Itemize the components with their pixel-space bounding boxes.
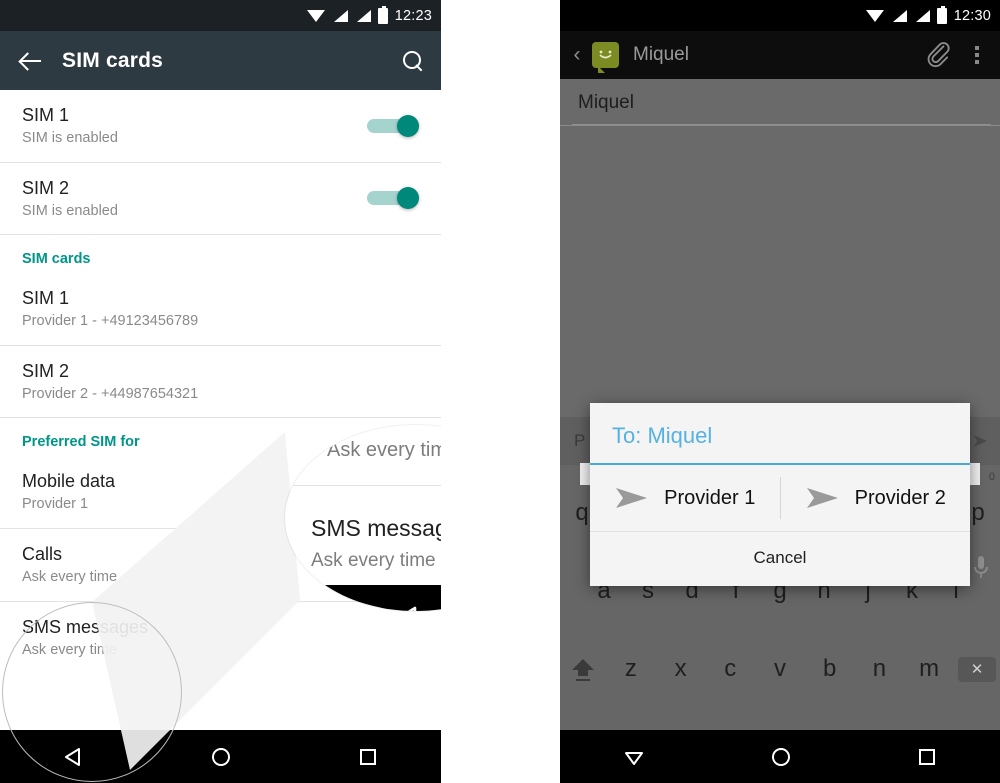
magnified-divider [285,485,441,486]
kebab-dot [975,53,979,57]
list-item-title: SIM 1 [22,288,70,309]
section-header-sim-cards: SIM cards [22,251,91,268]
dialog-option-provider-2[interactable]: Provider 2 [781,465,971,531]
back-button[interactable] [0,50,62,72]
home-icon[interactable] [770,746,792,768]
list-item-subtitle: SIM is enabled [22,202,118,219]
sim-selection-dialog: To: Miquel Provider 1 Provider 2 Cancel [590,403,970,586]
list-item[interactable]: SIM 1 SIM is enabled [0,90,441,162]
list-item-subtitle: Provider 2 - +44987654321 [22,385,199,402]
search-icon [402,51,422,70]
signal-icon [914,9,930,23]
magnified-title: SMS messages [311,515,441,541]
right-phone-screen: 12:30 ‹ Miquel Miquel P 0 q p a s d f g … [560,0,1000,783]
dialog-options: Provider 1 Provider 2 [590,465,970,531]
toggle-thumb [397,114,419,137]
wifi-icon [306,9,325,23]
list-item-subtitle: Ask every time [22,641,118,658]
signal-icon [355,9,371,23]
status-bar-clock: 12:30 [953,7,991,24]
send-icon [806,488,838,508]
magnified-back-icon [390,603,424,611]
send-icon [616,488,648,508]
list-item[interactable]: SIM 2 SIM is enabled [0,162,441,235]
sim2-toggle[interactable] [367,187,419,210]
status-bar: 12:23 [0,0,441,31]
system-nav-bar [0,730,441,783]
screenshot-canvas: 12:23 SIM cards SIM 1 SIM is enabled SIM… [0,0,1000,783]
magnifier-lens: Ask every time SMS messages Ask every ti… [285,425,441,611]
magnified-subtitle: Ask every time [311,550,436,571]
arrow-left-icon [20,50,42,72]
chevron-left-icon[interactable]: ‹ [566,43,588,67]
conversation-title: Miquel [633,44,689,65]
conversation-body: P 0 q w e r t y u i o p [560,126,1000,783]
magnified-partial-text: Ask every time [327,439,441,461]
back-down-icon[interactable] [623,746,645,768]
recipient-field[interactable]: Miquel [560,79,1000,126]
status-bar: 12:30 [560,0,1000,31]
app-toolbar: SIM cards [0,31,441,90]
battery-icon [936,5,947,24]
recipient-value: Miquel [578,92,634,113]
list-item-title: SIM 1 [22,105,70,125]
list-item-title: SIM 2 [22,360,70,381]
list-item-title: SIM 2 [22,177,70,198]
dialog-title: To: Miquel [612,423,713,448]
list-item-title: SMS messages [22,616,149,637]
paperclip-icon[interactable] [926,40,952,70]
messaging-app-icon [592,42,619,73]
dialog-option-label: Provider 2 [854,486,946,509]
left-phone-screen: 12:23 SIM cards SIM 1 SIM is enabled SIM… [0,0,441,783]
home-icon[interactable] [210,746,232,768]
list-item[interactable]: SMS messages Ask every time [0,601,441,674]
field-underline [572,124,991,125]
messaging-toolbar: ‹ Miquel [560,31,1000,79]
dialog-option-provider-1[interactable]: Provider 1 [590,465,780,531]
list-item-subtitle: SIM is enabled [22,130,118,147]
battery-icon [377,5,388,24]
system-nav-bar [560,730,1000,783]
dialog-option-label: Provider 1 [664,486,756,509]
magnifier-content: Ask every time SMS messages Ask every ti… [285,425,441,611]
page-title: SIM cards [62,48,164,72]
toggle-thumb [397,187,419,210]
list-item[interactable]: SIM 1 Provider 1 - +49123456789 [0,273,441,345]
back-icon[interactable] [63,746,85,768]
overflow-menu-icon[interactable] [966,46,988,64]
dialog-cancel-button[interactable]: Cancel [590,531,970,586]
signal-icon [891,9,907,23]
kebab-dot [975,60,979,64]
list-item[interactable]: SIM 2 Provider 2 - +44987654321 [0,345,441,418]
signal-icon [332,9,348,23]
magnified-nav-bar [285,585,441,611]
status-bar-clock: 12:23 [394,7,432,24]
list-item-subtitle: Provider 1 - +49123456789 [22,313,199,330]
smiley-face-icon [599,50,612,59]
search-button[interactable] [383,51,441,70]
wifi-icon [865,9,884,23]
sim1-toggle[interactable] [367,114,419,137]
recents-icon[interactable] [358,747,378,767]
kebab-dot [975,46,979,50]
recents-icon[interactable] [917,747,937,767]
